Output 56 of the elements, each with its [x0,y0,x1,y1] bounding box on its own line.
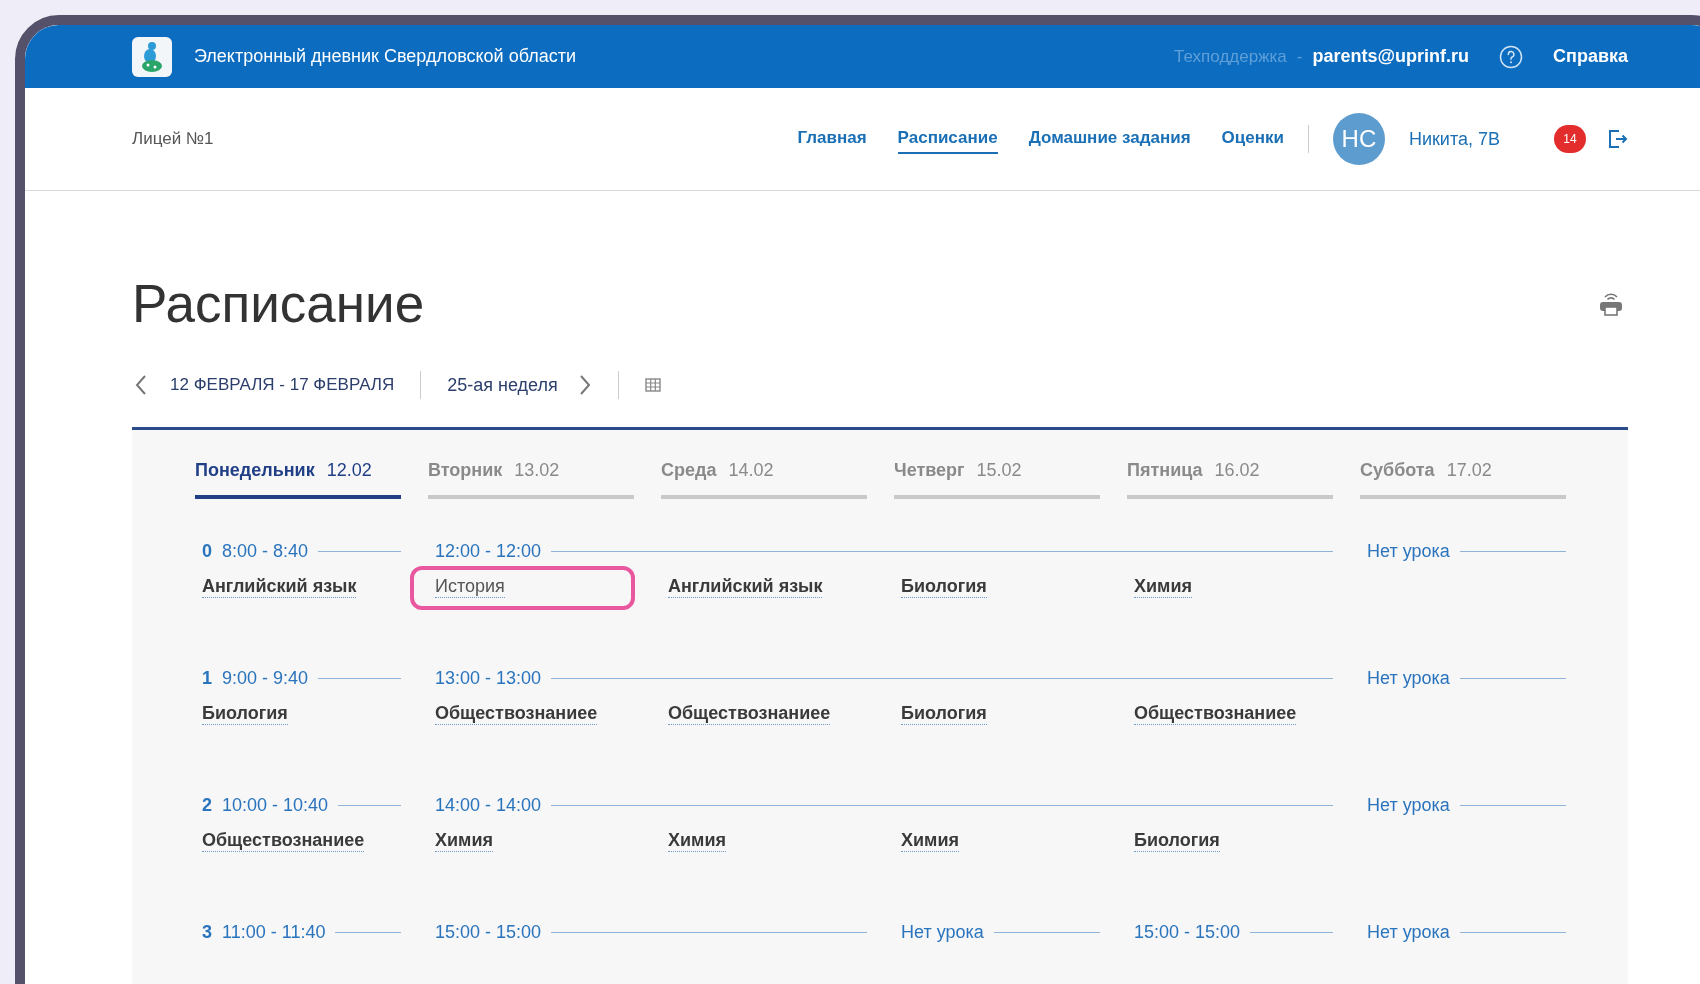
page-title: Расписание [132,273,425,335]
lesson-link[interactable]: Биология [901,703,987,725]
week-range: 12 ФЕВРАЛЯ - 17 ФЕВРАЛЯ [170,375,395,395]
printer-icon[interactable] [1598,291,1624,317]
lesson-link[interactable]: Биология [901,576,987,598]
lesson-number: 2 [202,794,212,816]
day-tab[interactable]: Понедельник 12.02 [195,460,401,499]
lesson-link[interactable]: Химия [668,830,726,852]
lesson-time: Нет урока [900,921,984,943]
lesson-number: 3 [202,921,212,943]
lesson-link[interactable]: Биология [1134,830,1220,852]
lesson-link[interactable]: Обществознаниее [202,830,365,852]
lesson-time: 12:00 - 12:00 [434,540,542,562]
support-label: Техподдержка [1174,46,1287,67]
lesson-time: Нет урока [1366,667,1450,689]
lesson-time: Нет урока [1366,794,1450,816]
nav-link[interactable]: Главная [797,124,867,154]
lesson-link[interactable]: Биология [202,703,288,725]
nav-link[interactable]: Оценки [1221,124,1284,154]
help-icon[interactable] [1499,44,1524,69]
lesson-time: 10:00 - 10:40 [222,794,329,816]
site-title: Электронный дневник Свердловской области [194,46,576,67]
lesson-time: 14:00 - 14:00 [434,794,542,816]
lesson-link[interactable]: Английский язык [668,576,823,598]
logout-icon[interactable] [1606,127,1628,151]
lesson-time: 9:00 - 9:40 [222,667,309,689]
lesson-time: 13:00 - 13:00 [434,667,542,689]
email-link[interactable]: parents@uprinf.ru [1312,46,1470,67]
lesson-time: Нет урока [1366,921,1450,943]
lesson-time: Нет урока [1366,540,1450,562]
user-name[interactable]: Никита, 7В [1408,128,1500,150]
lesson-link[interactable]: Химия [901,830,959,852]
lesson-time: 15:00 - 15:00 [434,921,542,943]
lesson-link[interactable]: Химия [1134,576,1192,598]
lesson-link[interactable]: Английский язык [202,576,357,598]
lesson-time: 11:00 - 11:40 [222,921,326,943]
lesson-link[interactable]: История [435,576,505,598]
lesson-time: 15:00 - 15:00 [1133,921,1241,943]
lesson-time: 8:00 - 8:40 [222,540,309,562]
lesson-number: 0 [202,540,212,562]
calendar-icon[interactable] [644,378,661,392]
separator-text: - [1296,46,1303,67]
nav-link[interactable]: Домашние задания [1028,124,1191,154]
lesson-link[interactable]: Химия [435,830,493,852]
chevron-right-icon[interactable] [577,374,592,396]
notification-badge[interactable]: 14 [1554,125,1586,153]
logo-icon[interactable] [132,36,172,77]
school-name: Лицей №1 [132,129,214,149]
chevron-left-icon[interactable] [134,374,148,396]
lesson-link[interactable]: Обществознаниее [1134,703,1297,725]
nav-link[interactable]: Расписание [897,124,998,154]
lesson-link[interactable]: Обществознаниее [668,703,831,725]
week-label: 25-ая неделя [447,374,558,396]
lesson-number: 1 [202,667,212,689]
help-link[interactable]: Справка [1553,46,1628,67]
lesson-link[interactable]: Обществознаниее [435,703,598,725]
